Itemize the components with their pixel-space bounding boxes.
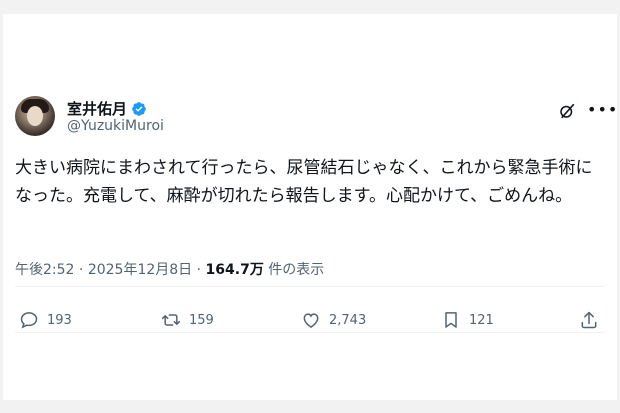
handle[interactable]: @YuzukiMuroi bbox=[67, 118, 164, 134]
action-bar: 193 159 2,743 121 bbox=[15, 310, 605, 340]
like-button[interactable]: 2,743 bbox=[301, 310, 366, 330]
more-icon[interactable]: ••• bbox=[587, 100, 618, 119]
tweet-card: 室井佑月 @YuzukiMuroi ••• 大きい病院にまわされて行ったら、尿管… bbox=[3, 14, 617, 400]
views-count: 164.7万 bbox=[205, 262, 264, 278]
repost-button[interactable]: 159 bbox=[161, 310, 214, 330]
bookmark-button[interactable]: 121 bbox=[441, 310, 494, 330]
views-label: 件の表示 bbox=[268, 262, 325, 278]
tweet-header: 室井佑月 @YuzukiMuroi ••• bbox=[15, 96, 617, 156]
name-row: 室井佑月 bbox=[67, 98, 147, 119]
grok-icon[interactable] bbox=[558, 102, 576, 120]
reply-button[interactable]: 193 bbox=[19, 310, 72, 330]
tweet-date[interactable]: 2025年12月8日 bbox=[88, 262, 192, 278]
share-button[interactable] bbox=[579, 310, 599, 330]
repost-count: 159 bbox=[189, 312, 214, 328]
repost-icon bbox=[161, 314, 181, 326]
display-name[interactable]: 室井佑月 bbox=[67, 98, 127, 119]
meta-separator-2: · bbox=[196, 262, 202, 278]
tweet-meta: 午後2:52 · 2025年12月8日 · 164.7万 件の表示 bbox=[15, 259, 324, 279]
bookmark-count: 121 bbox=[469, 312, 494, 328]
bookmark-icon bbox=[445, 312, 457, 328]
tweet-text: 大きい病院にまわされて行ったら、尿管結石じゃなく、これから緊急手術になった。充電… bbox=[15, 158, 593, 206]
tweet-time[interactable]: 午後2:52 bbox=[15, 262, 74, 278]
reply-count: 193 bbox=[47, 312, 72, 328]
like-icon bbox=[303, 313, 319, 328]
divider-top bbox=[15, 286, 605, 287]
divider-bottom bbox=[15, 332, 605, 333]
meta-separator: · bbox=[78, 262, 84, 278]
verified-icon bbox=[132, 101, 146, 116]
like-count: 2,743 bbox=[329, 312, 367, 328]
share-icon bbox=[581, 311, 597, 329]
reply-icon bbox=[20, 312, 38, 329]
avatar[interactable] bbox=[15, 96, 55, 136]
avatar-face bbox=[27, 106, 43, 126]
